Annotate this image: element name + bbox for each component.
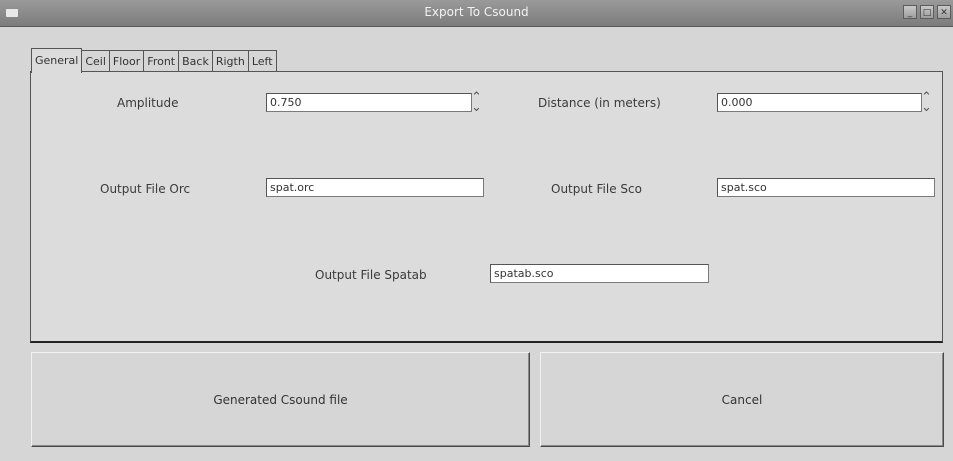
distance-label: Distance (in meters) [538, 96, 661, 110]
sco-label: Output File Sco [551, 182, 642, 196]
maximize-icon[interactable]: □ [920, 5, 934, 19]
sco-file-field[interactable]: spat.sco [717, 178, 935, 197]
minimize-icon[interactable]: _ [903, 5, 917, 19]
amplitude-label: Amplitude [117, 96, 179, 110]
cancel-button[interactable]: Cancel [540, 352, 944, 447]
spatab-file-field[interactable]: spatab.sco [490, 264, 709, 283]
orc-file-field[interactable]: spat.orc [266, 178, 484, 197]
export-dialog: Export To Csound _ □ ✕ General Ceil Floo… [0, 0, 953, 461]
title-bar[interactable]: Export To Csound _ □ ✕ [0, 0, 953, 27]
tab-back[interactable]: Back [178, 50, 213, 73]
distance-spin-arrows-icon[interactable]: ⌃ ⌄ [921, 91, 932, 114]
amplitude-spin-arrows-icon[interactable]: ⌃ ⌄ [471, 91, 482, 114]
general-panel: Amplitude 0.750 ⌃ ⌄ Distance (in meters) … [30, 71, 943, 343]
tab-general[interactable]: General [31, 48, 83, 73]
tab-floor[interactable]: Floor [108, 50, 145, 73]
cancel-label: Cancel [721, 392, 763, 407]
distance-field[interactable]: 0.000 [717, 93, 922, 112]
tab-left[interactable]: Left [247, 50, 277, 73]
generate-csound-label: Generated Csound file [213, 392, 348, 407]
generate-csound-button[interactable]: Generated Csound file [31, 352, 530, 447]
tab-bar: General Ceil Floor Front Back Rigth Left [31, 48, 277, 73]
tab-rigth[interactable]: Rigth [211, 50, 249, 73]
tab-ceil[interactable]: Ceil [81, 50, 110, 73]
amplitude-field[interactable]: 0.750 [266, 93, 472, 112]
tab-front[interactable]: Front [143, 50, 180, 73]
spatab-label: Output File Spatab [315, 268, 427, 282]
window-title: Export To Csound [424, 5, 529, 19]
close-icon[interactable]: ✕ [937, 5, 951, 19]
orc-label: Output File Orc [100, 182, 191, 196]
